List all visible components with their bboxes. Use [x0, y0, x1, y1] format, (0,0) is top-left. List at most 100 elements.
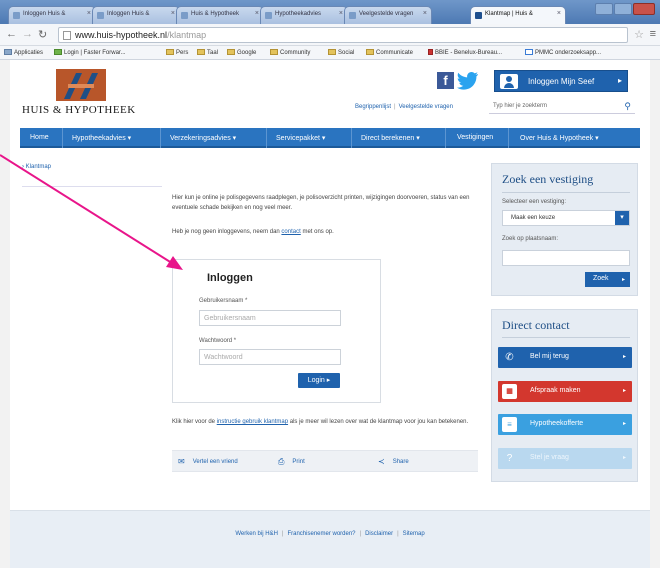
bookmark-applicaties[interactable]: Applicaties [4, 49, 43, 56]
bel-mij-terug-button[interactable]: ✆ Bel mij terug ▸ [498, 347, 632, 368]
username-label: Gebruikersnaam * [199, 298, 248, 304]
nav-vestigingen[interactable]: Vestigingen [457, 134, 493, 141]
username-input[interactable]: Gebruikersnaam [199, 310, 341, 326]
close-tab-icon[interactable]: × [171, 10, 175, 17]
password-input[interactable]: Wachtwoord [199, 349, 341, 365]
web-page: HUIS & HYPOTHEEK f Inloggen Mijn Seef ▸ … [10, 60, 650, 568]
favicon-icon [97, 12, 104, 19]
no-login-text: Heb je nog geen inloggevens, neem dan co… [172, 229, 334, 235]
forward-arrow-icon[interactable]: → [22, 28, 33, 40]
close-window-button[interactable] [633, 3, 655, 15]
close-tab-icon[interactable]: × [339, 10, 343, 17]
breadcrumb[interactable]: › Klantmap [22, 164, 51, 170]
folder-icon [270, 49, 278, 55]
page-icon [428, 49, 433, 55]
city-input[interactable] [502, 250, 630, 266]
minimize-button[interactable] [595, 3, 613, 15]
bookmark-pers[interactable]: Pers [166, 49, 188, 56]
close-tab-icon[interactable]: × [423, 10, 427, 17]
document-icon: ≡ [502, 417, 517, 432]
bookmarks-bar: Applicaties Login | Faster Forwar... Per… [0, 46, 660, 60]
search-icon[interactable]: ⚲ [624, 101, 631, 112]
twitter-icon[interactable] [457, 71, 479, 90]
browser-tab-2[interactable]: Inloggen Huis & × [92, 6, 180, 24]
bookmark-taal[interactable]: Taal [197, 49, 218, 56]
bookmark-community[interactable]: Community [270, 49, 310, 56]
nav-divider [445, 128, 446, 148]
footer-links: Werken bij H&H | Franchisenemer worden? | Di… [10, 531, 650, 537]
nav-servicepakket[interactable]: Servicepakket ▾ [276, 134, 325, 142]
stel-je-vraag-button[interactable]: ? Stel je vraag ▸ [498, 448, 632, 469]
folder-icon [328, 49, 336, 55]
nav-home[interactable]: Home [30, 134, 49, 141]
bookmark-bbie[interactable]: BBIE - Benelux-Bureau... [428, 49, 502, 56]
login-title: Inloggen [207, 272, 253, 284]
inloggen-mijn-seef-button[interactable]: Inloggen Mijn Seef ▸ [494, 70, 628, 92]
separator: | [397, 531, 399, 537]
chevron-right-icon: ▸ [622, 421, 626, 427]
maximize-button[interactable] [614, 3, 632, 15]
close-tab-icon[interactable]: × [87, 10, 91, 17]
browser-tab-5[interactable]: Veelgestelde vragen × [344, 6, 432, 24]
menu-icon[interactable]: ≡ [650, 28, 656, 40]
city-label: Zoek op plaatsnaam: [502, 236, 559, 242]
browser-tab-4[interactable]: Hypotheekadvies × [260, 6, 348, 24]
reload-icon[interactable]: ↻ [38, 28, 47, 41]
footer: Werken bij H&H | Franchisenemer worden? | Di… [10, 510, 650, 568]
site-search-input[interactable]: Typ hier je zoekterm ⚲ [489, 100, 635, 114]
browser-tab-1[interactable]: Inloggen Huis & × [8, 6, 96, 24]
instructie-link[interactable]: instructie gebruik klantmap [217, 419, 288, 425]
footer-link-franchisenemer[interactable]: Franchisenemer worden? [287, 531, 355, 537]
vestiging-select[interactable]: Maak een keuze ▾ [502, 210, 630, 226]
browser-tab-3[interactable]: Huis & Hypotheek × [176, 6, 264, 24]
divider [502, 192, 630, 193]
favicon-icon [13, 12, 20, 19]
brand-name[interactable]: HUIS & HYPOTHEEK [22, 104, 136, 116]
contact-link[interactable]: contact [281, 229, 300, 235]
login-button[interactable]: Login ▸ [298, 373, 340, 388]
close-tab-icon[interactable]: × [557, 10, 561, 17]
bookmark-star-icon[interactable]: ☆ [634, 28, 644, 41]
address-bar[interactable]: www.huis-hypotheek.nl/klantmap [58, 27, 628, 43]
page-icon [63, 31, 71, 40]
afspraak-maken-button[interactable]: ▦ Afspraak maken ▸ [498, 381, 632, 402]
tell-a-friend-link[interactable]: ✉ Vertel een vriend [178, 457, 238, 466]
chevron-right-icon: ▸ [622, 388, 626, 394]
separator: | [281, 531, 284, 537]
hypotheekofferte-button[interactable]: ≡ Hypotheekofferte ▸ [498, 414, 632, 435]
bookmark-google[interactable]: Google [227, 49, 256, 56]
divider [502, 337, 630, 338]
close-tab-icon[interactable]: × [255, 10, 259, 17]
nav-hypotheekadvies[interactable]: Hypotheekadvies ▾ [72, 134, 131, 142]
login-form: Inloggen Gebruikersnaam * Gebruikersnaam… [172, 259, 381, 403]
nav-divider [62, 128, 63, 148]
bookmark-communicate[interactable]: Communicate [366, 49, 413, 56]
bookmark-social[interactable]: Social [328, 49, 354, 56]
nav-direct-berekenen[interactable]: Direct berekenen ▾ [361, 134, 420, 142]
browser-tab-active[interactable]: Klantmap | Huis & × [470, 6, 566, 24]
chevron-right-icon: ▸ [617, 76, 622, 85]
favicon-icon [349, 12, 356, 19]
nav-divider [351, 128, 352, 148]
print-link[interactable]: ⎙ Print [278, 457, 305, 467]
nav-divider [160, 128, 161, 148]
link-veelgestelde-vragen[interactable]: Veelgestelde vragen [399, 104, 453, 110]
favicon-icon [475, 12, 482, 19]
footer-link-disclaimer[interactable]: Disclaimer [365, 531, 393, 537]
zoek-button[interactable]: Zoek ▸ [585, 272, 630, 287]
bookmark-login[interactable]: Login | Faster Forwar... [54, 49, 126, 56]
footer-link-sitemap[interactable]: Sitemap [403, 531, 425, 537]
back-arrow-icon[interactable]: ← [6, 28, 17, 40]
bookmark-pmmc[interactable]: PMMC onderzoeksapp... [525, 49, 601, 56]
share-link[interactable]: ≺ Share [378, 457, 409, 466]
huis-hypotheek-logo-icon[interactable] [56, 69, 106, 101]
vestiging-title: Zoek een vestiging [502, 172, 594, 186]
link-begrippenlijst[interactable]: Begrippenlijst [355, 104, 391, 110]
nav-over-huis-hypotheek[interactable]: Over Huis & Hypotheek ▾ [520, 134, 599, 142]
divider [22, 186, 162, 187]
footer-link-werken[interactable]: Werken bij H&H [235, 531, 278, 537]
nav-verzekeringsadvies[interactable]: Verzekeringsadvies ▾ [170, 134, 236, 142]
facebook-icon[interactable]: f [437, 72, 454, 89]
browser-tab-strip: Inloggen Huis & × Inloggen Huis & × Huis &… [0, 0, 660, 24]
folder-icon [197, 49, 205, 55]
